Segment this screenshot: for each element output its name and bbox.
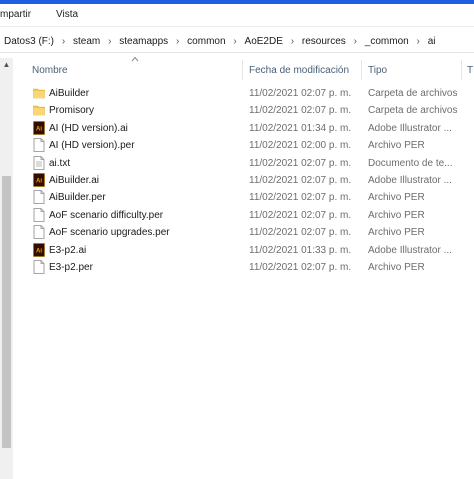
file-row[interactable]: Ai AiBuilder.ai 11/02/2021 02:07 p. m. Adob… — [13, 172, 474, 189]
svg-text:Ai: Ai — [36, 126, 42, 132]
file-date: 11/02/2021 01:34 p. m. — [249, 122, 352, 134]
column-header-date[interactable]: Fecha de modificación — [249, 65, 349, 76]
breadcrumb-item-common[interactable]: common — [187, 36, 225, 47]
file-date: 11/02/2021 02:07 p. m. — [249, 192, 352, 204]
file-row[interactable]: AoF scenario upgrades.per 11/02/2021 02:0… — [13, 224, 474, 241]
file-row[interactable]: Ai AI (HD version).ai 11/02/2021 01:34 p. … — [13, 120, 474, 137]
column-header-row: Nombre Fecha de modificación Tipo T — [13, 58, 474, 82]
document-icon — [33, 225, 45, 240]
scroll-up-arrow-icon[interactable]: ▲ — [1, 60, 12, 70]
tab-compartir[interactable]: mpartir — [0, 9, 31, 20]
file-date: 11/02/2021 02:07 p. m. — [249, 175, 352, 186]
breadcrumb-item-common-folder[interactable]: _common — [365, 36, 409, 47]
chevron-right-icon: › — [353, 36, 357, 47]
column-header-size[interactable]: T — [467, 65, 473, 76]
file-name: Promisory — [49, 105, 95, 117]
folder-icon — [33, 103, 45, 117]
document-icon — [33, 260, 45, 274]
chevron-right-icon: › — [290, 36, 295, 47]
folder-icon — [33, 86, 45, 100]
file-row[interactable]: AI (HD version).per 11/02/2021 02:00 p. m… — [13, 137, 474, 154]
file-name: AiBuilder.per — [49, 192, 106, 204]
tab-vista[interactable]: Vista — [56, 9, 78, 20]
file-type: Adobe Illustrator ... — [368, 244, 452, 256]
file-name: AiBuilder.ai — [49, 175, 100, 186]
file-date: 11/02/2021 01:33 p. m. — [249, 244, 352, 256]
breadcrumb-item-steam[interactable]: steam — [73, 36, 100, 47]
file-type: Archivo PER — [368, 262, 425, 273]
file-date: 11/02/2021 02:00 p. m. — [249, 140, 352, 152]
file-type: Archivo PER — [368, 209, 425, 221]
breadcrumb-item-steamapps[interactable]: steamapps — [119, 36, 168, 47]
column-header-type[interactable]: Tipo — [368, 65, 387, 76]
chevron-right-icon: › — [61, 36, 66, 47]
file-type: Archivo PER — [368, 192, 425, 204]
breadcrumb-item-aoe2de[interactable]: AoE2DE — [245, 36, 283, 47]
file-type: Adobe Illustrator ... — [368, 122, 452, 134]
file-row[interactable]: Promisory 11/02/2021 02:07 p. m. Carpeta d… — [13, 102, 474, 119]
file-name: E3-p2.ai — [49, 244, 87, 256]
breadcrumb: Datos3 (F:) › steam › steamapps › common › AoE2D… — [4, 36, 436, 47]
file-name: AoF scenario difficulty.per — [49, 209, 164, 221]
column-divider[interactable] — [361, 60, 362, 80]
ribbon-tabs: mpartir Vista — [0, 4, 474, 27]
column-divider[interactable] — [242, 60, 243, 80]
file-type: Carpeta de archivos — [368, 88, 458, 99]
illustrator-icon: Ai — [33, 173, 45, 187]
chevron-right-icon: › — [108, 36, 112, 47]
file-row[interactable]: ai.txt 11/02/2021 02:07 p. m. Documento de… — [13, 155, 474, 172]
file-date: 11/02/2021 02:07 p. m. — [249, 262, 352, 273]
scrollbar-thumb[interactable] — [2, 176, 11, 448]
text-file-icon — [33, 155, 45, 170]
file-date: 11/02/2021 02:07 p. m. — [249, 157, 352, 169]
vertical-scrollbar[interactable]: ▲ — [0, 58, 13, 479]
column-header-name[interactable]: Nombre — [32, 65, 68, 76]
file-row[interactable]: AiBuilder 11/02/2021 02:07 p. m. Carpeta d… — [13, 85, 474, 102]
file-name: AI (HD version).ai — [49, 122, 128, 134]
illustrator-icon: Ai — [33, 120, 45, 135]
file-row[interactable]: AiBuilder.per 11/02/2021 02:07 p. m. Archi… — [13, 189, 474, 206]
file-name: AiBuilder — [49, 88, 90, 99]
file-type: Archivo PER — [368, 140, 425, 152]
chevron-right-icon: › — [176, 36, 180, 47]
file-type: Carpeta de archivos — [368, 105, 458, 117]
svg-text:Ai: Ai — [36, 248, 42, 254]
file-name: ai.txt — [49, 157, 71, 169]
file-row[interactable]: Ai E3-p2.ai 11/02/2021 01:33 p. m. Adobe Il… — [13, 242, 474, 259]
file-date: 11/02/2021 02:07 p. m. — [249, 227, 352, 239]
chevron-right-icon: › — [416, 36, 420, 47]
file-type: Documento de te... — [368, 157, 453, 169]
address-bar[interactable]: Datos3 (F:) › steam › steamapps › common › AoE2D… — [0, 31, 474, 53]
breadcrumb-item-drive[interactable]: Datos3 (F:) — [4, 36, 54, 47]
file-row[interactable]: E3-p2.per 11/02/2021 02:07 p. m. Archivo P… — [13, 259, 474, 276]
file-type: Adobe Illustrator ... — [368, 175, 452, 186]
file-row[interactable]: AoF scenario difficulty.per 11/02/2021 02… — [13, 207, 474, 224]
svg-text:Ai: Ai — [36, 179, 42, 185]
breadcrumb-item-resources[interactable]: resources — [302, 36, 346, 47]
document-icon — [33, 138, 45, 153]
file-type: Archivo PER — [368, 227, 425, 239]
file-name: E3-p2.per — [49, 262, 93, 273]
chevron-right-icon: › — [233, 36, 237, 47]
file-date: 11/02/2021 02:07 p. m. — [249, 105, 352, 117]
file-name: AoF scenario upgrades.per — [49, 227, 170, 239]
breadcrumb-item-ai[interactable]: ai — [428, 36, 436, 47]
file-date: 11/02/2021 02:07 p. m. — [249, 209, 352, 221]
illustrator-icon: Ai — [33, 242, 45, 257]
column-divider[interactable] — [461, 60, 462, 80]
document-icon — [33, 207, 45, 222]
file-date: 11/02/2021 02:07 p. m. — [249, 88, 352, 99]
file-name: AI (HD version).per — [49, 140, 135, 152]
document-icon — [33, 190, 45, 205]
